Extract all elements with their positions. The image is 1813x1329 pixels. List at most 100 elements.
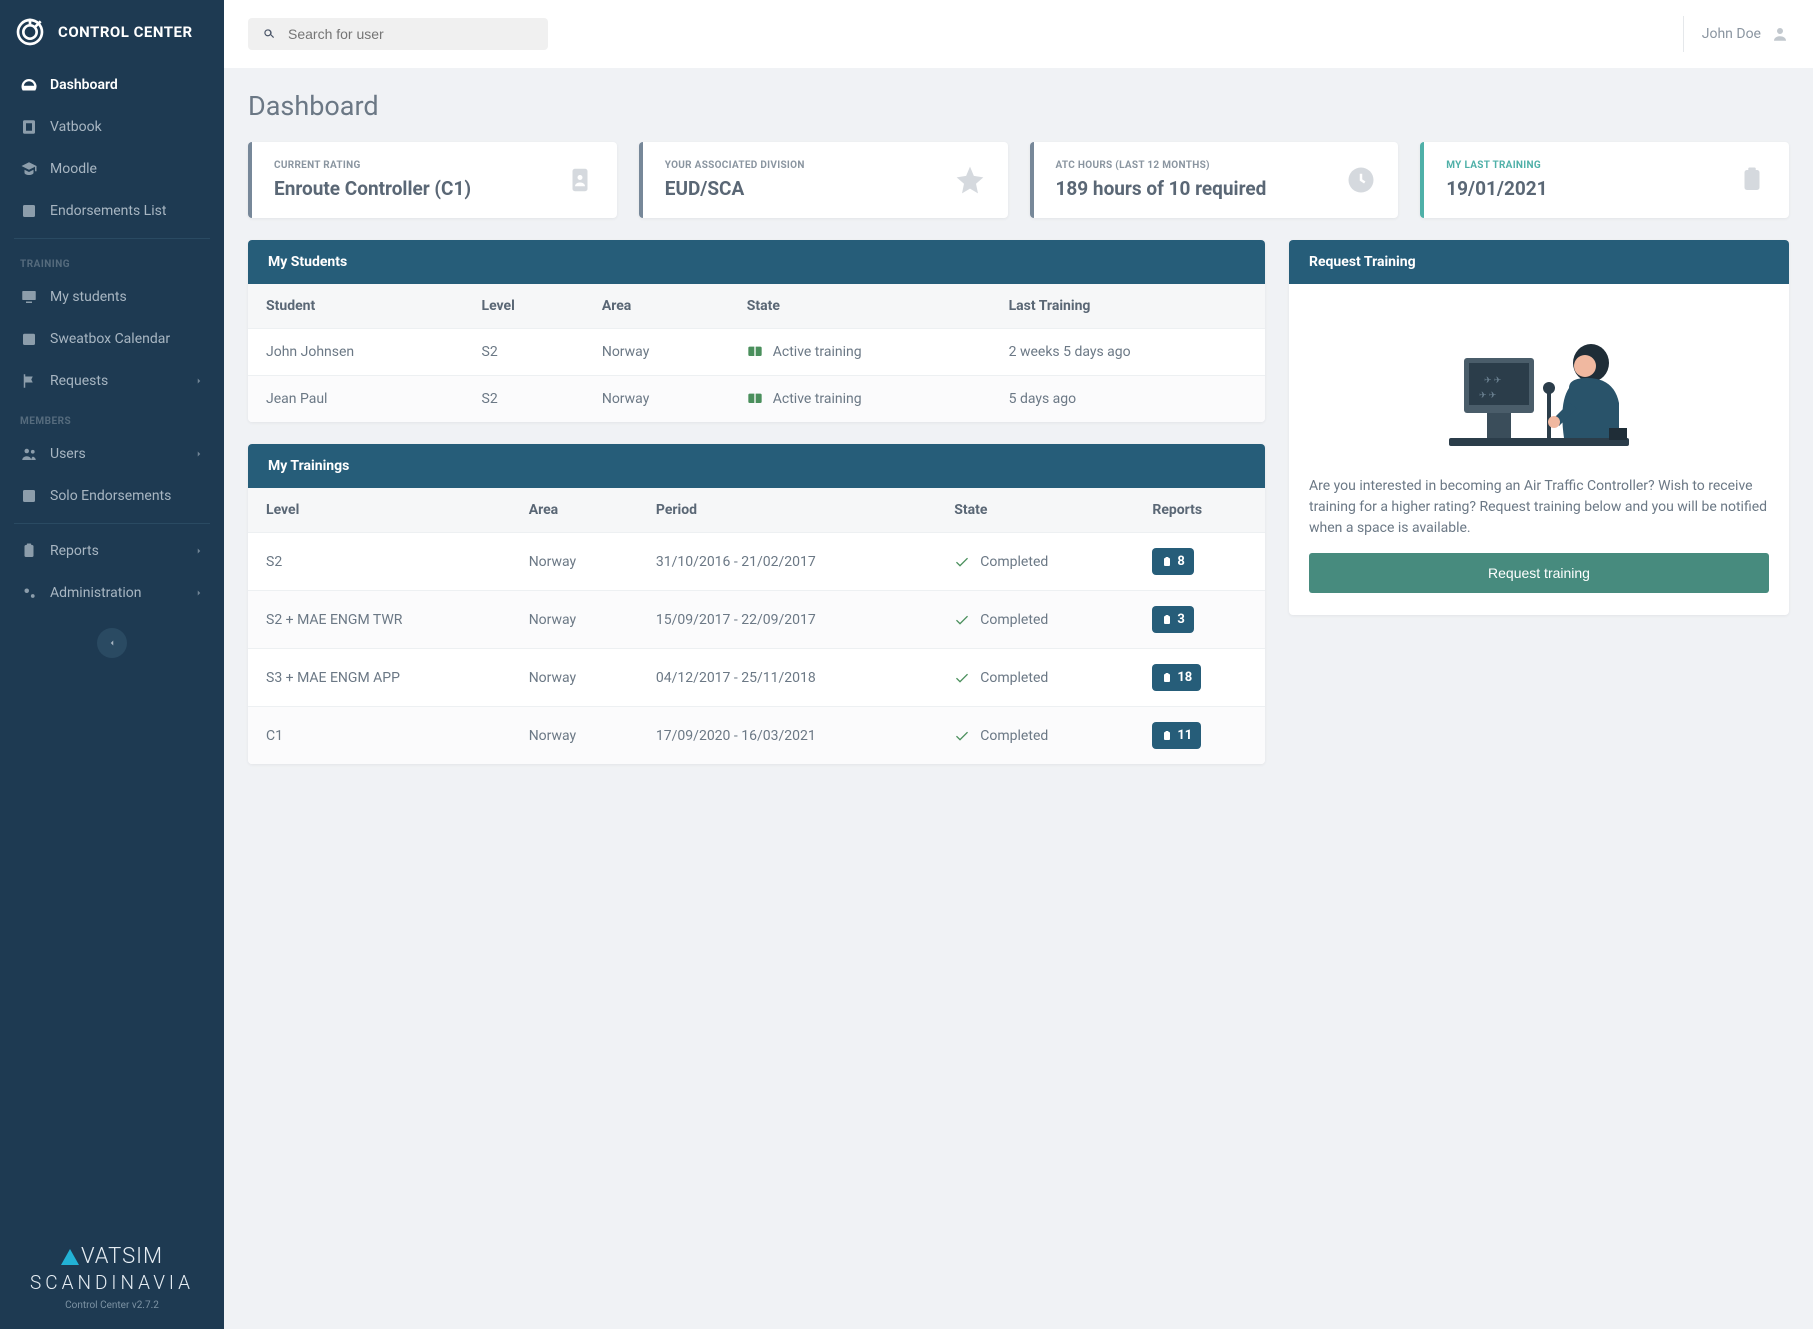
- book-open-icon: [747, 344, 763, 360]
- sidebar-item-label: Dashboard: [50, 77, 118, 93]
- sidebar-collapse-button[interactable]: [97, 628, 127, 658]
- panel-request-training: Request Training ✈ ✈ ✈ ✈: [1289, 240, 1789, 615]
- clipboard-icon: [20, 542, 38, 560]
- chevron-right-icon: [194, 546, 204, 556]
- col-header[interactable]: Level: [464, 284, 584, 329]
- table-row[interactable]: John JohnsenS2NorwayActive training2 wee…: [248, 329, 1265, 376]
- sidebar-item-sweatbox[interactable]: Sweatbox Calendar: [10, 318, 214, 360]
- table-row[interactable]: S3 + MAE ENGM APPNorway04/12/2017 - 25/1…: [248, 649, 1265, 707]
- users-icon: [20, 445, 38, 463]
- calendar-icon: [20, 330, 38, 348]
- target-icon: [14, 16, 46, 48]
- user-menu[interactable]: John Doe: [1683, 16, 1789, 52]
- reports-badge[interactable]: 11: [1152, 722, 1201, 749]
- sidebar-item-requests[interactable]: Requests: [10, 360, 214, 402]
- triangle-icon: [61, 1249, 79, 1265]
- col-header[interactable]: Reports: [1134, 488, 1265, 533]
- check-square-icon: [20, 202, 38, 220]
- cell-level: S2: [464, 329, 584, 376]
- check-square-icon: [20, 487, 38, 505]
- brand-title: CONTROL CENTER: [58, 23, 193, 41]
- table-row[interactable]: S2 + MAE ENGM TWRNorway15/09/2017 - 22/0…: [248, 591, 1265, 649]
- page-title: Dashboard: [248, 90, 1789, 122]
- card-last-training: MY LAST TRAINING 19/01/2021: [1420, 142, 1789, 218]
- col-header[interactable]: Student: [248, 284, 464, 329]
- check-icon: [954, 612, 970, 628]
- nav-section-members: MEMBERS: [0, 402, 224, 433]
- cell-area: Norway: [511, 533, 638, 591]
- col-header[interactable]: Period: [638, 488, 936, 533]
- sidebar-item-vatbook[interactable]: Vatbook: [10, 106, 214, 148]
- request-text: Are you interested in becoming an Air Tr…: [1309, 476, 1769, 539]
- reports-badge[interactable]: 3: [1152, 606, 1193, 633]
- user-name: John Doe: [1702, 26, 1761, 42]
- card-atc-hours: ATC HOURS (LAST 12 MONTHS) 189 hours of …: [1030, 142, 1399, 218]
- cell-state: Completed: [936, 533, 1134, 591]
- cell-period: 04/12/2017 - 25/11/2018: [638, 649, 936, 707]
- cell-reports: 3: [1134, 591, 1265, 649]
- reports-badge[interactable]: 18: [1152, 664, 1201, 691]
- sidebar-item-label: Reports: [50, 543, 99, 559]
- clipboard-icon: [1737, 165, 1767, 195]
- sidebar-item-my-students[interactable]: My students: [10, 276, 214, 318]
- card-label: YOUR ASSOCIATED DIVISION: [665, 160, 805, 171]
- cell-period: 17/09/2020 - 16/03/2021: [638, 707, 936, 765]
- cell-reports: 8: [1134, 533, 1265, 591]
- sidebar-item-label: Endorsements List: [50, 203, 166, 219]
- chevron-right-icon: [194, 449, 204, 459]
- chevron-left-icon: [107, 638, 117, 648]
- cell-reports: 18: [1134, 649, 1265, 707]
- sidebar-item-solo-endorsements[interactable]: Solo Endorsements: [10, 475, 214, 517]
- col-header[interactable]: State: [936, 488, 1134, 533]
- col-header[interactable]: Level: [248, 488, 511, 533]
- sidebar-item-endorsements[interactable]: Endorsements List: [10, 190, 214, 232]
- stat-cards: CURRENT RATING Enroute Controller (C1) Y…: [248, 142, 1789, 218]
- cell-state: Active training: [729, 376, 991, 423]
- sidebar-brand[interactable]: CONTROL CENTER: [0, 0, 224, 64]
- book-icon: [20, 118, 38, 136]
- table-row[interactable]: Jean PaulS2NorwayActive training5 days a…: [248, 376, 1265, 423]
- topbar: John Doe: [224, 0, 1813, 68]
- cogs-icon: [20, 584, 38, 602]
- panel-header: Request Training: [1289, 240, 1789, 284]
- cell-period: 31/10/2016 - 21/02/2017: [638, 533, 936, 591]
- cell-state: Completed: [936, 649, 1134, 707]
- col-header[interactable]: State: [729, 284, 991, 329]
- table-row[interactable]: C1Norway17/09/2020 - 16/03/2021Completed…: [248, 707, 1265, 765]
- chevron-right-icon: [194, 376, 204, 386]
- panel-header: My Students: [248, 240, 1265, 284]
- request-training-button[interactable]: Request training: [1309, 553, 1769, 593]
- graduation-icon: [20, 160, 38, 178]
- card-label: MY LAST TRAINING: [1446, 160, 1547, 171]
- cell-level: S2: [248, 533, 511, 591]
- sidebar-item-label: Users: [50, 446, 86, 462]
- sidebar-item-dashboard[interactable]: Dashboard: [10, 64, 214, 106]
- nav-section-training: TRAINING: [0, 245, 224, 276]
- sidebar-item-reports[interactable]: Reports: [10, 530, 214, 572]
- col-header[interactable]: Area: [584, 284, 729, 329]
- divider: [14, 238, 210, 239]
- sidebar-item-label: Moodle: [50, 161, 97, 177]
- cell-level: C1: [248, 707, 511, 765]
- sidebar-item-users[interactable]: Users: [10, 433, 214, 475]
- cell-level: S2 + MAE ENGM TWR: [248, 591, 511, 649]
- reports-badge[interactable]: 8: [1152, 548, 1193, 575]
- sidebar-item-label: Solo Endorsements: [50, 488, 171, 504]
- sidebar-footer: VATSIM SCANDINAVIA Control Center v2.7.2: [0, 1226, 224, 1329]
- tachometer-icon: [20, 76, 38, 94]
- col-header[interactable]: Last Training: [991, 284, 1265, 329]
- sidebar-item-moodle[interactable]: Moodle: [10, 148, 214, 190]
- search-input[interactable]: [288, 26, 534, 42]
- search-wrap[interactable]: [248, 18, 548, 50]
- cell-area: Norway: [584, 329, 729, 376]
- sidebar-item-label: Vatbook: [50, 119, 102, 135]
- table-row[interactable]: S2Norway31/10/2016 - 21/02/2017Completed…: [248, 533, 1265, 591]
- card-label: ATC HOURS (LAST 12 MONTHS): [1056, 160, 1267, 171]
- cell-last-training: 5 days ago: [991, 376, 1265, 423]
- panel-my-trainings: My Trainings Level Area Period State Rep…: [248, 444, 1265, 764]
- col-header[interactable]: Area: [511, 488, 638, 533]
- card-value: 189 hours of 10 required: [1056, 177, 1267, 200]
- star-icon: [954, 164, 986, 196]
- sidebar-item-administration[interactable]: Administration: [10, 572, 214, 614]
- clipboard-icon: [1161, 614, 1173, 626]
